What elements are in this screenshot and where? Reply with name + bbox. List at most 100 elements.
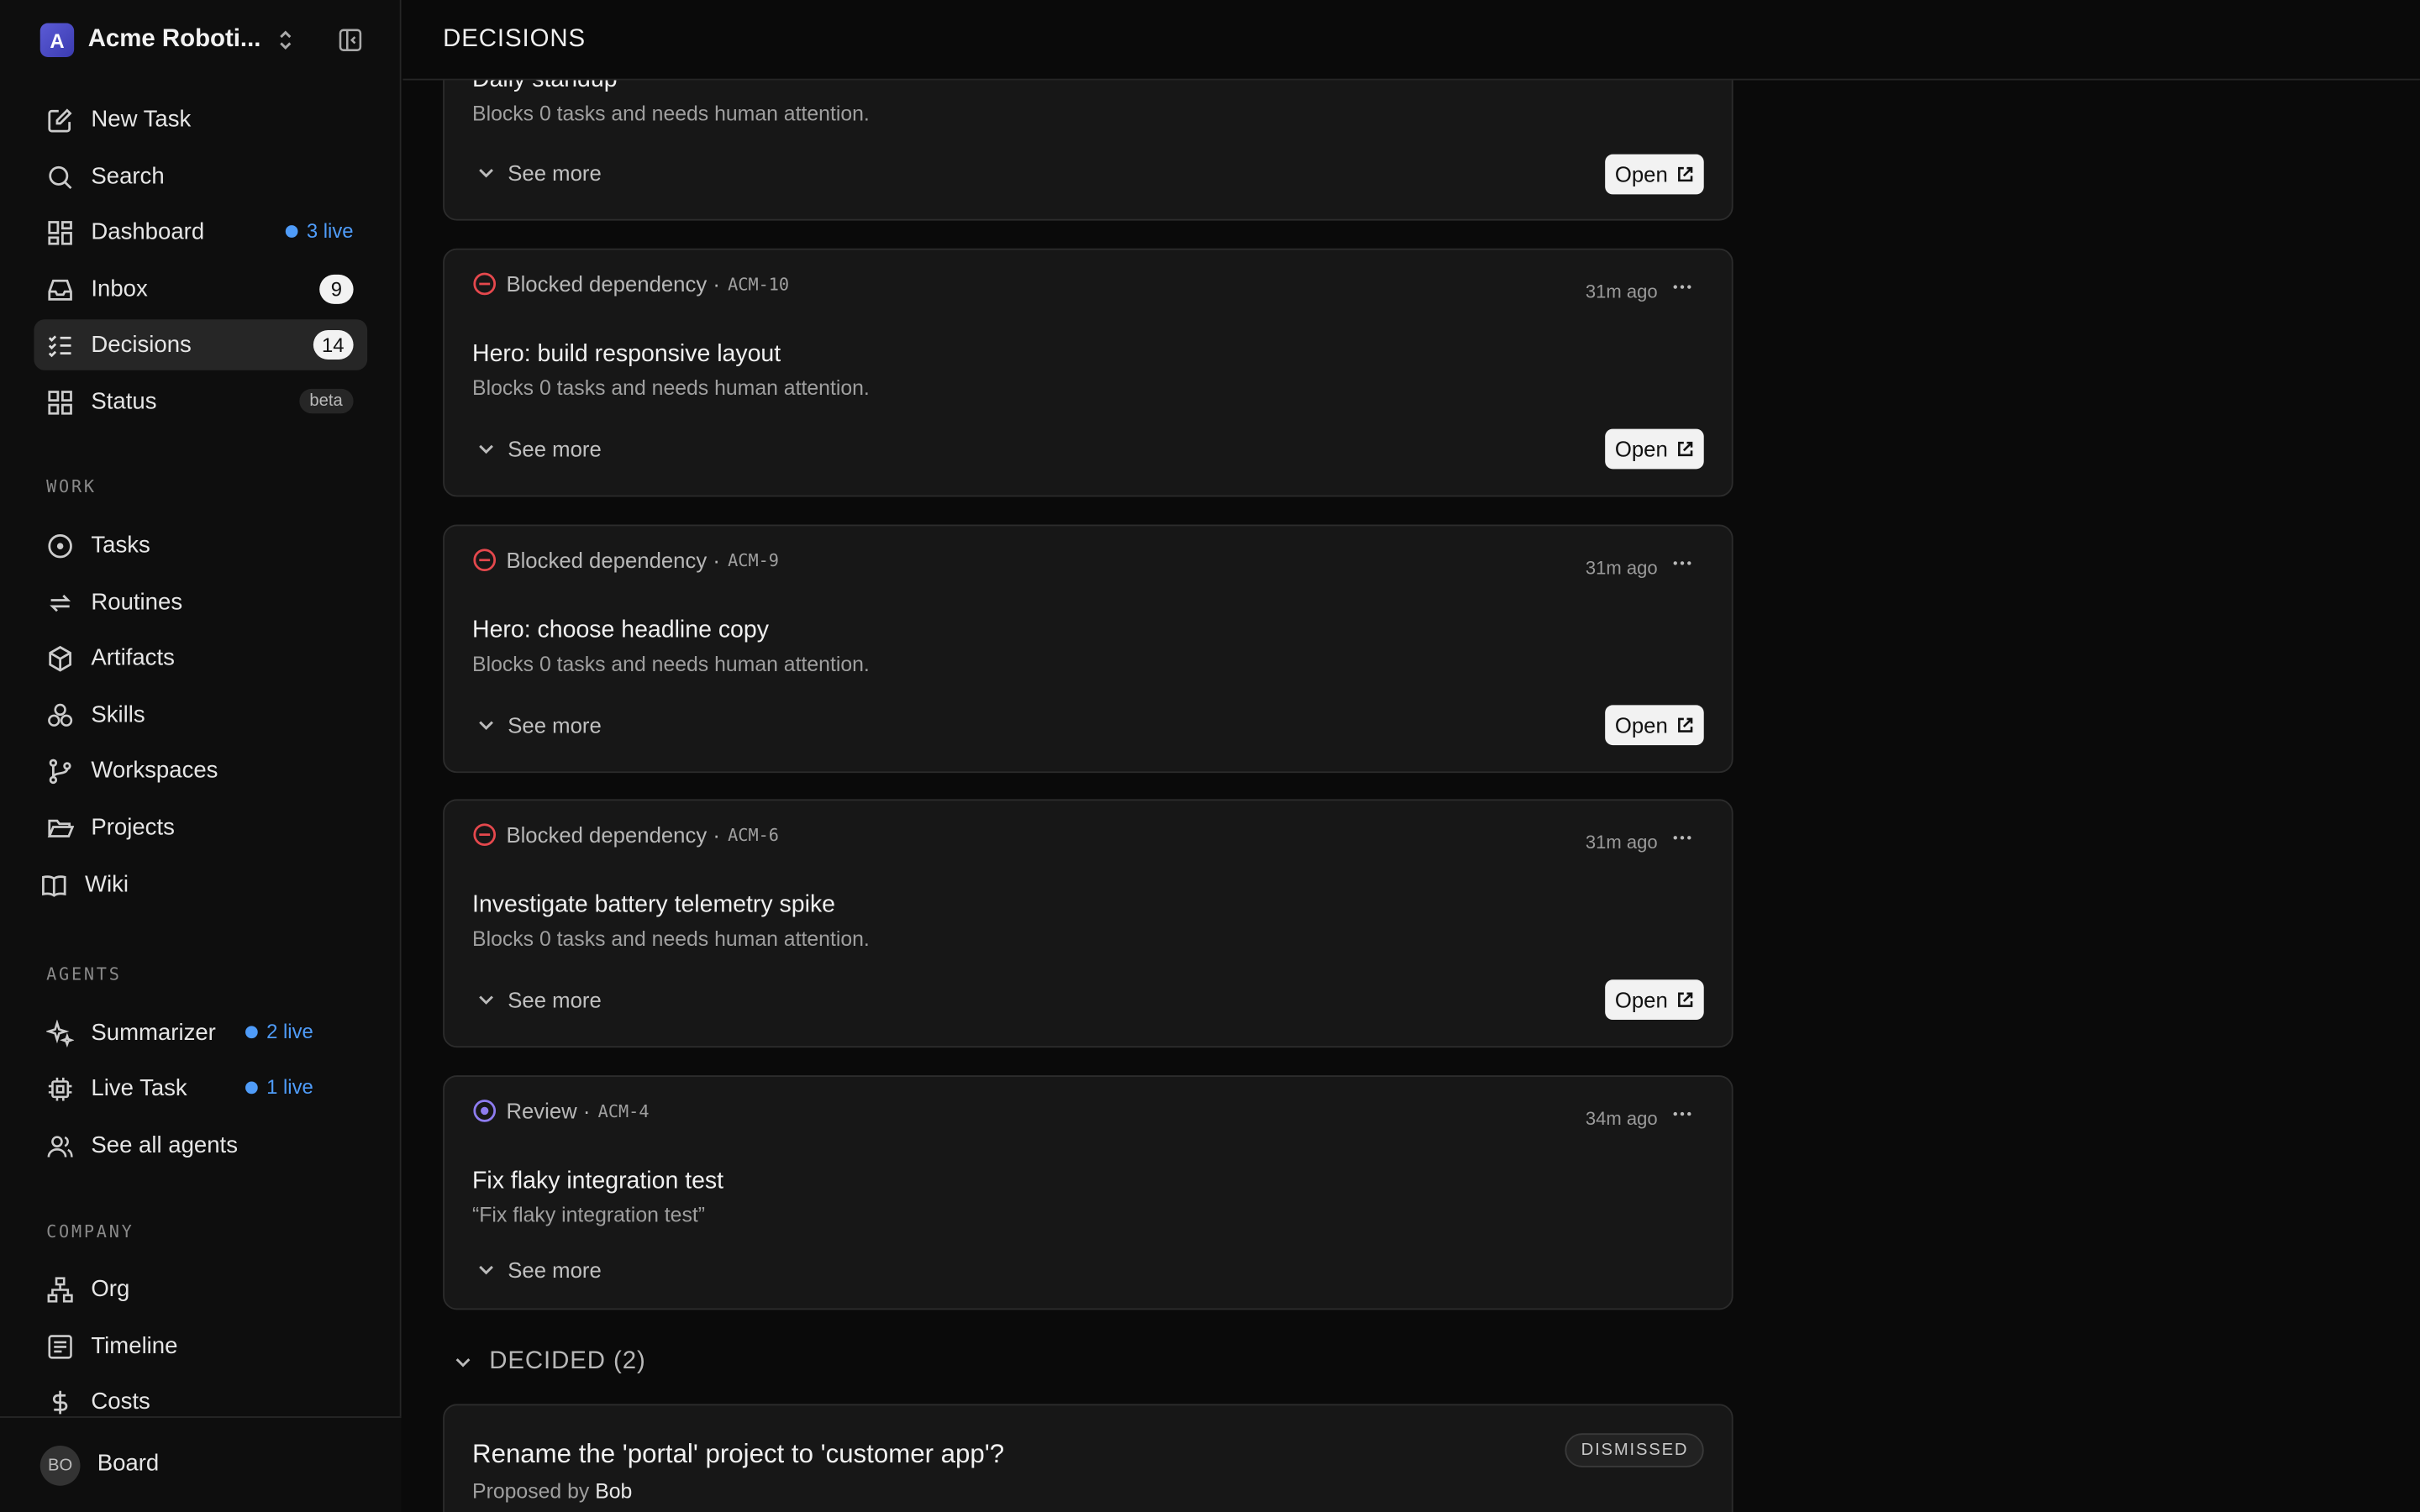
nav-label: Costs (91, 1389, 150, 1415)
card-title: Rename the 'portal' project to 'customer… (472, 1439, 1005, 1469)
nav-new-task[interactable]: New Task (34, 94, 367, 145)
card-description: Blocks 0 tasks and needs human attention… (472, 652, 870, 676)
see-more-toggle[interactable]: See more (476, 1257, 602, 1282)
blocked-icon (473, 272, 497, 296)
review-icon (473, 1100, 497, 1122)
cpu-icon (48, 1077, 72, 1100)
inbox-icon (48, 278, 72, 300)
grid-icon (48, 390, 72, 414)
footer-label: Board (97, 1450, 160, 1477)
nav-artifacts[interactable]: Artifacts (34, 633, 367, 684)
open-label: Open (1614, 987, 1668, 1012)
nav-search[interactable]: Search (34, 151, 367, 202)
nav-label: Dashboard (91, 218, 205, 246)
blocked-icon (473, 549, 497, 572)
decision-type: Blocked dependency · ACM-10 (472, 271, 790, 297)
task-id: ACM-10 (728, 274, 790, 294)
decision-type-label: Review (506, 1098, 577, 1124)
open-button[interactable]: Open (1605, 428, 1704, 470)
nav-wiki[interactable]: Wiki (28, 859, 361, 911)
see-more-toggle[interactable]: See more (476, 160, 602, 185)
live-indicator: 2 live (245, 1020, 313, 1043)
external-link-icon (1677, 717, 1692, 732)
section-label-company: COMPANY (46, 1221, 134, 1242)
folder-open-icon (47, 818, 75, 837)
blocked-icon (473, 823, 497, 846)
status-badge: DISMISSED (1565, 1433, 1704, 1467)
more-icon[interactable] (1670, 826, 1694, 850)
see-more-toggle[interactable]: See more (476, 987, 602, 1012)
more-icon[interactable] (1670, 551, 1694, 575)
chevron-down-icon (455, 1358, 471, 1368)
page-title: DECISIONS (443, 26, 587, 53)
nav-inbox[interactable]: Inbox 9 (34, 264, 367, 315)
nav-routines[interactable]: Routines (34, 577, 367, 628)
nav-agent-summarizer[interactable]: Summarizer 2 live (34, 1007, 367, 1058)
timestamp: 31m ago (1585, 557, 1658, 579)
see-more-toggle[interactable]: See more (476, 437, 602, 461)
nav-label: See all agents (91, 1132, 238, 1159)
sparkles-icon (46, 1019, 75, 1047)
sidebar-footer[interactable]: BO Board (0, 1416, 402, 1512)
proposed-by-prefix: Proposed by (472, 1479, 590, 1503)
decision-card: Review · ACM-4 34m ago Fix flaky integrat… (443, 1075, 1733, 1310)
nav-see-all-agents[interactable]: See all agents (34, 1120, 367, 1171)
decision-card: Daily standup Blocks 0 tasks and needs h… (443, 80, 1733, 221)
search-icon (49, 165, 72, 189)
nav-decisions[interactable]: Decisions 14 (34, 319, 368, 370)
circle-dot-icon (48, 533, 72, 558)
decided-section-toggle[interactable]: DECIDED (2) (452, 1348, 646, 1376)
decision-type-label: Blocked dependency (506, 822, 708, 848)
list-box-icon (48, 1334, 72, 1358)
nav-label: Workspaces (91, 757, 218, 785)
nav-skills[interactable]: Skills (34, 690, 367, 741)
org-switcher[interactable]: A Acme Roboti... (39, 22, 367, 59)
nav-label: Summarizer (91, 1020, 216, 1047)
open-button[interactable]: Open (1605, 705, 1704, 746)
nav-agent-live-task[interactable]: Live Task 1 live (34, 1063, 367, 1114)
open-label: Open (1614, 161, 1668, 187)
org-name: Acme Roboti... (87, 26, 261, 53)
open-button[interactable]: Open (1605, 979, 1704, 1021)
chevron-down-icon (479, 1265, 493, 1275)
more-icon[interactable] (1670, 1101, 1694, 1126)
open-label: Open (1614, 712, 1668, 738)
nav-label: Skills (91, 701, 145, 728)
dashboard-icon (48, 220, 72, 244)
decided-card[interactable]: Rename the 'portal' project to 'customer… (443, 1404, 1733, 1512)
chevron-down-icon (479, 168, 493, 178)
nav-status[interactable]: Status beta (34, 376, 367, 428)
nav-timeline[interactable]: Timeline (34, 1320, 367, 1372)
org-chart-icon (47, 1276, 73, 1302)
beta-tag: beta (298, 388, 354, 414)
card-description: “Fix flaky integration test” (472, 1203, 706, 1227)
chevron-up-down-icon (280, 30, 292, 50)
decision-type: Review · ACM-4 (472, 1098, 650, 1124)
card-title: Daily standup (472, 81, 618, 95)
nav-org[interactable]: Org (34, 1263, 367, 1315)
proposer-name: Bob (595, 1479, 633, 1503)
nav-dashboard[interactable]: Dashboard 3 live (34, 207, 367, 258)
see-more-label: See more (508, 712, 602, 738)
see-more-toggle[interactable]: See more (476, 713, 602, 738)
live-indicator: 3 live (285, 219, 354, 243)
external-link-icon (1677, 166, 1692, 182)
open-button[interactable]: Open (1605, 154, 1704, 195)
users-icon (47, 1135, 73, 1157)
timestamp: 31m ago (1585, 281, 1658, 302)
pencil-square-icon (48, 108, 72, 132)
external-link-icon (1677, 441, 1692, 457)
decision-type-label: Blocked dependency (506, 271, 708, 297)
nav-label: Status (91, 388, 157, 416)
nav-label: Artifacts (91, 644, 175, 671)
nav-label: Wiki (85, 871, 129, 898)
org-logo: A (39, 23, 75, 57)
nav-projects[interactable]: Projects (34, 802, 367, 853)
more-icon[interactable] (1670, 275, 1694, 299)
decided-section-label: DECIDED (2) (489, 1348, 646, 1375)
sidebar-collapse-icon[interactable] (338, 28, 362, 52)
nav-label: Routines (91, 589, 183, 616)
decision-type: Blocked dependency · ACM-6 (472, 822, 779, 847)
nav-workspaces[interactable]: Workspaces (34, 745, 367, 796)
nav-tasks[interactable]: Tasks (34, 520, 367, 571)
